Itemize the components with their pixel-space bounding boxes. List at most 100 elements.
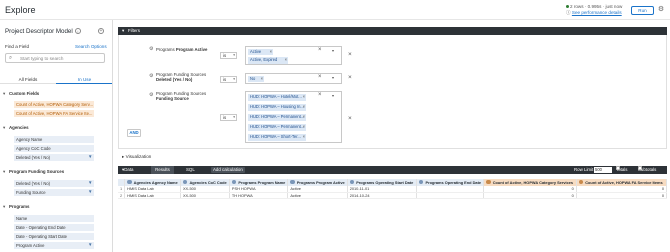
column-settings-icon[interactable] — [349, 179, 355, 185]
filter-chip[interactable]: Active × — [248, 48, 273, 56]
chevron-down-icon[interactable]: ▾ — [332, 75, 334, 80]
gear-icon[interactable]: ⚙ — [657, 6, 665, 14]
tab-results[interactable]: Results — [151, 166, 174, 174]
search-options-link[interactable]: Search Options — [75, 44, 107, 49]
app-title: Explore — [5, 5, 36, 15]
add-calculation-button[interactable]: Add calculation — [211, 167, 245, 173]
clear-icon[interactable]: × — [318, 92, 322, 98]
table-cell: 2014-10-24 — [347, 192, 417, 199]
filter-label-funding-source: Program Funding Sources Funding Source — [156, 91, 207, 102]
filters-header[interactable]: ▾ Filters — [118, 27, 667, 35]
filter-chip[interactable]: HUD: HOPWA – Permanent... × — [248, 124, 306, 131]
field-custom-fa-items[interactable]: Count of Active, HOPWA FA Service Ite... — [14, 110, 94, 117]
model-title: Project Descriptor Model — [5, 28, 73, 35]
filter-operator-select[interactable]: is ▾ — [220, 114, 237, 121]
filter-icon[interactable]: ▼ — [88, 242, 92, 247]
close-icon[interactable]: × — [261, 76, 263, 83]
field-operating-start-date[interactable]: Date - Operating Start Date — [14, 233, 94, 240]
field-picker-sidebar: Project Descriptor Model i + Find a Fiel… — [0, 20, 113, 252]
field-custom-category[interactable]: Count of Active, HOPWA Category Serv... — [14, 101, 94, 108]
remove-filter-icon[interactable]: × — [348, 115, 352, 122]
field-program-name[interactable]: Name — [14, 215, 94, 222]
tab-sql[interactable]: SQL — [186, 166, 195, 174]
chevron-down-icon[interactable]: ▾ — [332, 48, 334, 53]
remove-filter-icon[interactable]: × — [348, 74, 352, 81]
filter-icon[interactable]: ▼ — [88, 189, 92, 194]
filter-chip[interactable]: HUD: HOPWA – Hotel/Mot... × — [248, 94, 306, 101]
column-settings-icon[interactable] — [418, 179, 424, 185]
column-settings-icon[interactable] — [290, 179, 295, 185]
gear-icon[interactable]: ⚙ — [149, 73, 153, 79]
row-limit-input[interactable]: 500 — [594, 167, 612, 173]
table-row: 2 HMIS Data Lab XX-500 TH HOPWA Active 2… — [118, 192, 668, 199]
add-and-filter-button[interactable]: AND — [127, 129, 141, 137]
data-section-toggle[interactable]: ▾ Data — [122, 166, 134, 174]
field-pfs-deleted[interactable]: Deleted (Yes / No) — [14, 180, 94, 187]
filter-chip[interactable]: Active, Expired × — [248, 57, 288, 64]
close-icon[interactable]: × — [285, 57, 287, 64]
tab-all-fields[interactable]: All Fields — [0, 75, 56, 84]
column-header[interactable]: Programs Program Name — [229, 179, 289, 186]
rows-info: 2 rows · 0.995s · just now — [570, 4, 623, 9]
column-settings-icon[interactable] — [127, 179, 132, 185]
search-placeholder: Start typing to search — [20, 56, 64, 61]
performance-link[interactable]: See performance details — [572, 10, 622, 15]
table-cell: 0 — [576, 192, 668, 199]
close-icon[interactable]: × — [303, 104, 305, 111]
chevron-down-icon[interactable]: ▾ — [332, 93, 334, 98]
column-header[interactable]: Programs Operating End Date — [416, 179, 485, 186]
remove-filter-icon[interactable]: × — [348, 51, 352, 58]
column-header[interactable]: Count of Active, HOPWA Category Services — [483, 179, 577, 186]
filter-icon[interactable]: ▼ — [88, 180, 92, 185]
filter-value-input[interactable]: HUD: HOPWA – Hotel/Mot... × HUD: HOPWA – … — [245, 91, 342, 143]
group-programs[interactable]: ▾ Programs — [3, 204, 30, 210]
gear-icon[interactable]: ⚙ — [149, 46, 153, 52]
column-header[interactable]: Agencies CoC Code — [180, 179, 230, 186]
column-settings-icon[interactable] — [182, 179, 188, 185]
close-icon[interactable]: × — [303, 134, 305, 141]
close-icon[interactable]: × — [303, 94, 305, 101]
field-agency-name[interactable]: Agency Name — [14, 136, 94, 143]
field-operating-end-date[interactable]: Date - Operating End Date — [14, 224, 94, 231]
column-header[interactable]: Programs Program Active — [287, 179, 348, 186]
filter-chip[interactable]: No × — [248, 75, 264, 83]
add-icon[interactable]: + — [98, 28, 104, 34]
filter-chip[interactable]: HUD: HOPWA – Housing In... × — [248, 104, 306, 111]
chevron-down-icon: ▾ — [233, 77, 235, 81]
field-search-input[interactable]: ⌕ Start typing to search — [5, 53, 105, 63]
clear-icon[interactable]: × — [318, 74, 322, 80]
field-agency-deleted[interactable]: Deleted (Yes / No) — [14, 154, 94, 161]
run-button[interactable]: Run — [631, 6, 654, 15]
filter-operator-select[interactable]: is ▾ — [220, 76, 237, 83]
filter-value-input[interactable]: No × × ▾ — [245, 73, 342, 84]
group-program-funding-sources[interactable]: ▾ Program Funding Sources — [3, 169, 64, 175]
visualization-header[interactable]: ▸ Visualization — [122, 154, 151, 160]
table-cell: XX-500 — [180, 192, 230, 199]
group-custom-fields[interactable]: ▾ Custom Fields — [3, 91, 39, 97]
filter-operator-select[interactable]: is ▾ — [220, 52, 237, 59]
close-icon[interactable]: × — [303, 114, 305, 121]
clear-icon[interactable]: × — [318, 47, 322, 53]
gear-icon[interactable]: ⚙ — [149, 92, 153, 98]
column-header[interactable]: Agencies Agency Name — [124, 179, 181, 186]
field-agency-coc[interactable]: Agency CoC Code — [14, 145, 94, 152]
column-settings-icon[interactable] — [486, 179, 491, 185]
field-funding-source[interactable]: Funding Source — [14, 189, 94, 196]
column-settings-icon[interactable] — [231, 179, 237, 185]
tab-in-use[interactable]: In Use — [56, 75, 112, 84]
info-icon[interactable]: i — [75, 28, 81, 34]
column-settings-icon[interactable] — [578, 179, 584, 185]
filter-label-program-active: Programs Program Active — [156, 47, 208, 52]
column-header[interactable]: Programs Operating Start Date — [347, 179, 417, 186]
column-header[interactable]: Count of Active, HOPWA FA Service Items — [576, 179, 668, 186]
filter-chip[interactable]: HUD: HOPWA – Permanent... × — [248, 114, 306, 121]
filter-value-input[interactable]: Active × Active, Expired × × ▾ — [245, 46, 342, 65]
chevron-down-icon: ▾ — [233, 115, 235, 119]
row-limit-label: Row Limit — [574, 167, 594, 172]
close-icon[interactable]: × — [270, 49, 272, 56]
filter-icon[interactable]: ▼ — [88, 154, 92, 159]
close-icon[interactable]: × — [303, 124, 305, 131]
filter-chip[interactable]: HUD: HOPWA – Short-Ter... × — [248, 134, 306, 141]
field-program-active[interactable]: Program Active — [14, 242, 94, 249]
group-agencies[interactable]: ▾ Agencies — [3, 125, 29, 131]
